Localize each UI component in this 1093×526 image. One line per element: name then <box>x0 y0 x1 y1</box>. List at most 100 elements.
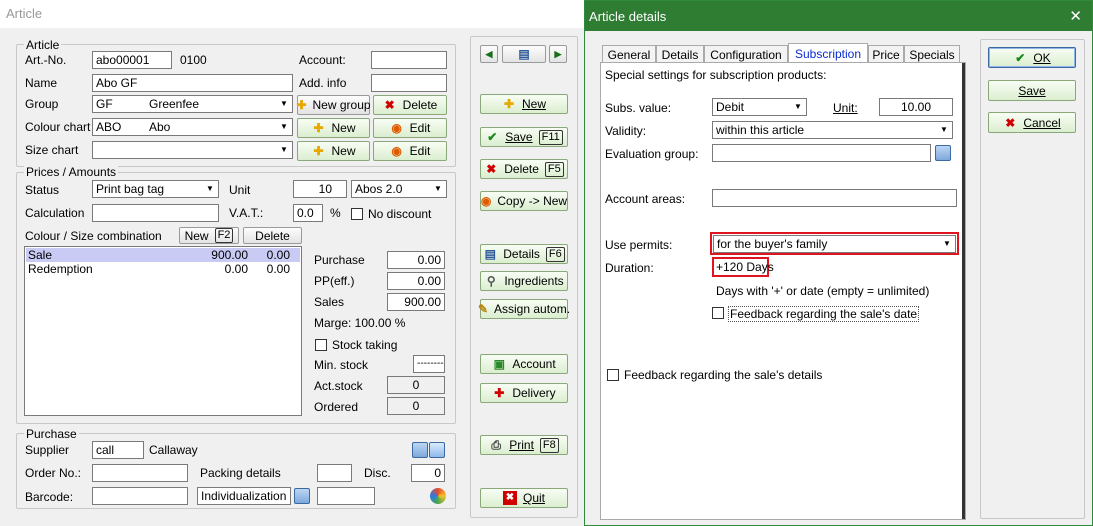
vat-label: V.A.T.: <box>229 206 264 220</box>
barcode-field[interactable] <box>92 487 188 505</box>
purchase-price-field[interactable]: 0.00 <box>387 251 445 269</box>
tab-panel-scrollbar[interactable] <box>962 63 965 519</box>
account-areas-field[interactable] <box>712 189 957 207</box>
ok-button[interactable]: ✔ OK <box>988 47 1076 68</box>
side-account-button[interactable]: ▣ Account <box>480 354 568 374</box>
combination-list[interactable]: Sale 900.00 0.00 Redemption 0.00 0.00 <box>24 246 302 416</box>
size-chart-select[interactable]: ▼ <box>92 141 293 159</box>
art-no-field[interactable]: abo00001 <box>92 51 172 69</box>
search-icon[interactable] <box>429 442 445 458</box>
prev-record-button[interactable]: ◀ <box>480 45 498 63</box>
colour-chart-label: Colour chart <box>25 120 91 134</box>
color-wheel-icon[interactable] <box>430 488 446 504</box>
packing-field[interactable] <box>317 464 352 482</box>
next-record-button[interactable]: ▶ <box>549 45 567 63</box>
side-quit-button[interactable]: ✖ Quit <box>480 488 568 508</box>
no-discount-checkbox[interactable] <box>351 208 363 220</box>
name-field[interactable]: Abo GF <box>92 74 293 92</box>
feedback-date-checkbox[interactable] <box>712 307 724 319</box>
unit-select[interactable]: Abos 2.0 ▼ <box>351 180 447 198</box>
save-button[interactable]: Save <box>988 80 1076 101</box>
status-select[interactable]: Print bag tag ▼ <box>92 180 219 198</box>
grid-icon[interactable] <box>294 488 310 504</box>
new-group-button[interactable]: ✚ New group <box>296 95 371 115</box>
tab-specials[interactable]: Specials <box>904 45 960 63</box>
unit-qty-field[interactable]: 10 <box>293 180 347 198</box>
evaluation-field[interactable] <box>712 144 931 162</box>
delete-combination-button[interactable]: Delete <box>243 227 302 244</box>
tab-general[interactable]: General <box>602 45 656 63</box>
cancel-button[interactable]: ✖ Cancel <box>988 112 1076 133</box>
unit-field[interactable]: 10.00 <box>879 98 953 116</box>
duration-hint: Days with '+' or date (empty = unlimited… <box>716 284 930 298</box>
extra-field[interactable] <box>317 487 375 505</box>
chevron-down-icon[interactable]: ▼ <box>790 99 806 115</box>
side-details-button[interactable]: ▤ Details F6 <box>480 244 568 264</box>
side-quit-label: Quit <box>522 491 545 505</box>
colour-chart-select[interactable]: ABO Abo ▼ <box>92 118 293 136</box>
tab-subscription[interactable]: Subscription <box>788 43 868 63</box>
combination-label: Colour / Size combination <box>25 229 162 243</box>
order-no-field[interactable] <box>92 464 188 482</box>
ppeff-field[interactable]: 0.00 <box>387 272 445 290</box>
delete-group-button[interactable]: ✖ Delete <box>373 95 447 115</box>
chevron-down-icon[interactable]: ▼ <box>430 181 446 197</box>
side-print-button[interactable]: ⎙ Print F8 <box>480 435 568 455</box>
tab-details[interactable]: Details <box>656 45 704 63</box>
calculation-field[interactable] <box>92 204 219 222</box>
chevron-down-icon[interactable]: ▼ <box>202 181 218 197</box>
details-titlebar[interactable]: Article details ✕ <box>585 1 1092 31</box>
group-select[interactable]: GF Greenfee ▼ <box>92 95 293 113</box>
list-item[interactable]: Sale 900.00 0.00 <box>26 248 300 262</box>
key-f2: F2 <box>214 228 234 243</box>
side-new-button[interactable]: ✚ New <box>480 94 568 114</box>
close-icon[interactable]: ✕ <box>1069 7 1082 25</box>
validity-select[interactable]: within this article ▼ <box>712 121 953 139</box>
grid-icon[interactable] <box>935 145 951 161</box>
article-window-titlebar[interactable]: Article <box>0 0 586 28</box>
individualization-field[interactable]: Individualization <box>197 487 291 505</box>
side-delete-button[interactable]: ✖ Delete F5 <box>480 159 568 179</box>
list-item[interactable]: Redemption 0.00 0.00 <box>26 262 300 276</box>
add-info-field[interactable] <box>371 74 447 92</box>
ok-label: OK <box>1033 50 1051 65</box>
stock-taking-checkbox[interactable] <box>315 339 327 351</box>
supplier-label: Supplier <box>25 443 70 457</box>
list-record-button[interactable]: ▤ <box>502 45 546 63</box>
edit-size-chart-button[interactable]: ◉ Edit <box>373 141 447 161</box>
plus-icon: ✚ <box>313 144 324 158</box>
vat-field[interactable]: 0.0 <box>293 204 323 222</box>
validity-value: within this article <box>716 123 805 137</box>
new-colour-chart-button[interactable]: ✚ New <box>297 118 370 138</box>
save-label: Save <box>1018 83 1046 98</box>
side-ingredients-button[interactable]: ⚲ Ingredients <box>480 271 568 291</box>
chevron-down-icon[interactable]: ▼ <box>936 122 952 138</box>
edit-colour-chart-button[interactable]: ◉ Edit <box>373 118 447 138</box>
chevron-down-icon[interactable]: ▼ <box>276 119 292 135</box>
no-discount-label: No discount <box>368 207 432 221</box>
new-combination-button[interactable]: New F2 <box>179 227 239 244</box>
chevron-down-icon[interactable]: ▼ <box>276 96 292 112</box>
tab-configuration[interactable]: Configuration <box>704 45 788 63</box>
min-stock-field[interactable]: -------- <box>413 355 445 373</box>
subs-value-select[interactable]: Debit ▼ <box>712 98 807 116</box>
grid-icon[interactable] <box>412 442 428 458</box>
feedback-date-label: Feedback regarding the sale's date <box>728 306 920 322</box>
supplier-field[interactable]: call <box>92 441 144 459</box>
purchase-price-label: Purchase <box>314 253 365 267</box>
details-dialog: Article details ✕ General Details Config… <box>584 0 1093 526</box>
chevron-down-icon[interactable]: ▼ <box>276 142 292 158</box>
feedback-details-checkbox[interactable] <box>607 369 619 381</box>
tab-label: Subscription <box>794 46 862 61</box>
account-field[interactable] <box>371 51 447 69</box>
side-copy-button[interactable]: ◉ Copy -> New <box>480 191 568 211</box>
disc-field[interactable]: 0 <box>411 464 445 482</box>
tab-price[interactable]: Price <box>868 45 904 63</box>
side-delivery-button[interactable]: ✚ Delivery <box>480 383 568 403</box>
side-assign-button[interactable]: ✎ Assign autom. <box>478 299 570 319</box>
sales-field[interactable]: 900.00 <box>387 293 445 311</box>
duration-field[interactable]: +120 Days <box>712 257 774 277</box>
new-size-chart-button[interactable]: ✚ New <box>297 141 370 161</box>
article-window-title: Article <box>6 6 43 21</box>
side-save-button[interactable]: ✔ Save F11 <box>480 127 568 147</box>
